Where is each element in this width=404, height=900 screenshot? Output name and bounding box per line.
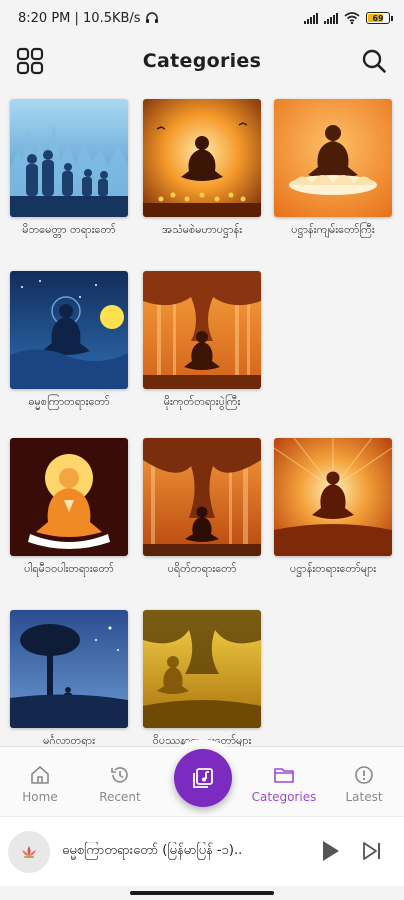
nav-latest-label: Latest: [345, 790, 383, 804]
search-button[interactable]: [357, 44, 391, 78]
category-label: ပရိတ်တရားတော်: [167, 562, 237, 575]
category-card[interactable]: မိုးကုတ်တရားပွဲကြီး: [143, 271, 261, 410]
nav-categories[interactable]: Categories: [244, 747, 324, 817]
category-label: ပဋ္ဌာန်းကျမ်းတော်ကြီး: [291, 223, 375, 236]
category-label: မင်္ဂလာတရား: [43, 734, 95, 746]
category-thumbnail: [10, 438, 128, 556]
category-card[interactable]: မင်္ဂလာတရား: [10, 610, 128, 746]
category-thumbnail: [10, 99, 128, 217]
battery-level: 69: [372, 13, 384, 23]
play-icon: [323, 841, 339, 861]
nav-recent[interactable]: Recent: [80, 747, 160, 817]
music-library-icon: [193, 768, 213, 788]
category-thumbnail: [274, 99, 392, 217]
info-icon: [355, 766, 373, 784]
nav-latest[interactable]: Latest: [324, 747, 404, 817]
nav-categories-label: Categories: [251, 790, 317, 804]
signal-icon: [304, 12, 318, 24]
player-track-title: ဓမ္မစကြာတရားတော် (မြန်မာပြန် -၁)..: [62, 843, 243, 858]
signal-icon: [324, 12, 338, 24]
category-thumbnail: [10, 271, 128, 389]
nav-home[interactable]: Home: [0, 747, 80, 817]
app-header: Categories: [0, 36, 404, 86]
category-thumbnail: [143, 610, 261, 728]
battery-icon: 69: [366, 12, 393, 24]
category-label: မိဘမေတ္တာ တရားတော်: [22, 223, 116, 236]
category-label: အသံမစဲမဟာပဋ္ဌာန်း: [161, 223, 243, 236]
status-time: 8:20 PM | 10.5KB/s: [18, 10, 141, 26]
category-card[interactable]: ပဋ္ဌာန်းကျမ်းတော်ကြီး: [274, 99, 392, 238]
skip-next-button[interactable]: [358, 837, 386, 865]
category-thumbnail: [10, 610, 128, 728]
status-bar: 8:20 PM | 10.5KB/s 69: [0, 0, 404, 36]
category-card[interactable]: မိဘမေတ္တာ တရားတော်: [10, 99, 128, 238]
category-card[interactable]: ဝိပဿနာတရားတော်များ: [143, 610, 261, 746]
category-thumbnail: [143, 99, 261, 217]
category-label: ဓမ္မစကြာတရားတော်: [28, 395, 110, 408]
player-artwork: [8, 831, 50, 873]
folder-icon: [274, 768, 294, 783]
category-label: ပါရမီ၁၀ပါးတရားတော်: [24, 562, 114, 575]
category-card[interactable]: ဓမ္မစကြာတရားတော်: [10, 271, 128, 410]
home-icon: [31, 766, 49, 784]
category-thumbnail: [143, 438, 261, 556]
grid-menu-button[interactable]: [13, 44, 47, 78]
wifi-icon: [344, 12, 360, 24]
category-thumbnail: [143, 271, 261, 389]
lotus-icon: [22, 846, 36, 858]
nav-home-label: Home: [22, 790, 58, 804]
home-indicator: [130, 891, 274, 895]
music-library-button[interactable]: [174, 749, 232, 807]
category-card[interactable]: ပဋ္ဌာန်းတရားတော်များ: [274, 438, 392, 577]
bottom-navigation: Home Recent Categories Latest: [0, 739, 404, 817]
category-card[interactable]: ပရိတ်တရားတော်: [143, 438, 261, 577]
history-icon: [111, 767, 128, 783]
mini-player[interactable]: ဓမ္မစကြာတရားတော် (မြန်မာပြန် -၁)..: [0, 816, 404, 886]
skip-next-icon: [363, 842, 380, 860]
page-title: Categories: [142, 50, 262, 72]
category-card[interactable]: အသံမစဲမဟာပဋ္ဌာန်း: [143, 99, 261, 238]
category-label: မိုးကုတ်တရားပွဲကြီး: [163, 395, 241, 408]
category-card[interactable]: ပါရမီ၁၀ပါးတရားတော်: [10, 438, 128, 577]
category-thumbnail: [274, 438, 392, 556]
category-label: ပဋ္ဌာန်းတရားတော်များ: [289, 562, 377, 575]
headset-icon: [145, 12, 158, 23]
search-icon: [362, 49, 386, 73]
play-button[interactable]: [316, 837, 344, 865]
grid-icon: [16, 47, 44, 75]
nav-recent-label: Recent: [99, 790, 141, 804]
category-grid: မိဘမေတ္တာ တရားတော် အသံမစဲမဟာပဋ္ဌာန်း ပဋ္…: [0, 86, 404, 746]
